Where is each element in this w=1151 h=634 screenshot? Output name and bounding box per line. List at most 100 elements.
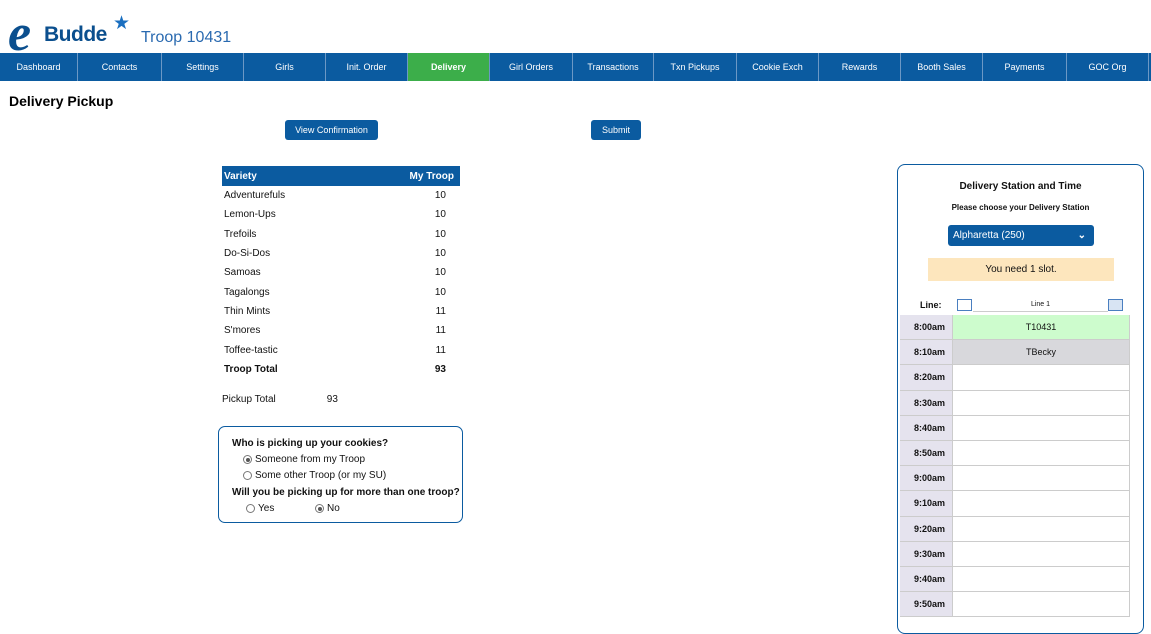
station-value: Alpharetta (250) — [953, 230, 1025, 241]
time-slot-row: 8:20am — [900, 365, 1130, 391]
nav-item-init-order[interactable]: Init. Order — [326, 53, 408, 81]
nav-item-settings[interactable]: Settings — [162, 53, 244, 81]
table-row: Tagalongs 10 — [222, 282, 460, 301]
troop-title: Troop 10431 — [141, 29, 232, 46]
slot-cell[interactable]: T10431 — [952, 315, 1130, 340]
slot-time: 9:50am — [900, 592, 952, 617]
logo-text: Budde — [44, 23, 107, 46]
variety-qty: 10 — [434, 190, 446, 202]
slot-cell[interactable] — [952, 516, 1130, 541]
nav-item-cookie-exch[interactable]: Cookie Exch — [737, 53, 819, 81]
variety-qty: 10 — [434, 228, 446, 240]
table-row: Toffee-tastic 11 — [222, 340, 460, 359]
header-variety: Variety — [224, 170, 257, 182]
radio-other-troop-button[interactable] — [243, 471, 252, 480]
radio-yes-button[interactable] — [246, 504, 255, 513]
radio-other-troop-label: Some other Troop (or my SU) — [255, 470, 387, 481]
slot-cell[interactable] — [952, 466, 1130, 491]
radio-no-label: No — [327, 503, 340, 514]
nav-item-booth-sales[interactable]: Booth Sales — [901, 53, 983, 81]
variety-qty: 11 — [435, 344, 446, 356]
time-slot-row: 9:50am — [900, 592, 1130, 618]
time-slot-row: 9:00am — [900, 466, 1130, 492]
header-my-troop: My Troop — [409, 170, 454, 182]
variety-name: Toffee-tastic — [224, 344, 278, 356]
line-label: Line: — [920, 300, 942, 310]
table-header: Variety My Troop — [222, 166, 460, 186]
time-slot-row: 8:10am TBecky — [900, 340, 1130, 366]
slot-cell[interactable] — [952, 390, 1130, 415]
slot-cell[interactable] — [952, 365, 1130, 390]
station-select[interactable]: Alpharetta (250) ⌄ — [948, 225, 1094, 246]
variety-qty: 10 — [434, 267, 446, 279]
ebudde-logo[interactable]: e Budde ★ — [8, 8, 138, 60]
nav-item-transactions[interactable]: Transactions — [573, 53, 654, 81]
time-slot-row: 9:30am — [900, 541, 1130, 567]
slot-cell[interactable] — [952, 440, 1130, 466]
radio-no[interactable]: No — [315, 503, 340, 514]
page-title: Delivery Pickup — [9, 93, 114, 109]
panel-subtitle: Please choose your Delivery Station — [951, 203, 1090, 212]
variety-qty: 11 — [435, 305, 446, 317]
slot-cell[interactable] — [952, 491, 1130, 516]
nav-item-delivery[interactable]: Delivery — [408, 53, 490, 81]
troop-total-value: 93 — [434, 363, 446, 375]
slot-cell[interactable] — [952, 592, 1130, 617]
slot-time: 9:10am — [900, 491, 952, 516]
slot-time: 8:00am — [900, 315, 952, 340]
time-slot-row: 8:50am — [900, 440, 1130, 467]
slot-time: 8:20am — [900, 365, 952, 390]
submit-button[interactable]: Submit — [591, 120, 641, 140]
nav-item-dashboard[interactable]: Dashboard — [0, 53, 78, 81]
radio-own-troop-button[interactable] — [243, 455, 252, 464]
nav-item-txn-pickups[interactable]: Txn Pickups — [654, 53, 737, 81]
nav-item-girls[interactable]: Girls — [244, 53, 326, 81]
variety-qty: 10 — [434, 248, 446, 260]
time-slot-row: 8:40am — [900, 415, 1130, 441]
nav-item-goc-org[interactable]: GOC Org — [1067, 53, 1149, 81]
table-row: S'mores 11 — [222, 321, 460, 340]
time-slot-row: 8:30am — [900, 390, 1130, 416]
slot-cell[interactable] — [952, 415, 1130, 440]
variety-qty: 10 — [434, 209, 446, 221]
slot-cell[interactable]: TBecky — [952, 340, 1130, 365]
variety-name: Thin Mints — [224, 305, 271, 317]
radio-own-troop-label: Someone from my Troop — [255, 454, 366, 465]
slot-time: 9:30am — [900, 541, 952, 566]
table-row: Adventurefuls 10 — [222, 186, 460, 205]
nav-item-contacts[interactable]: Contacts — [78, 53, 162, 81]
view-confirmation-button[interactable]: View Confirmation — [285, 120, 378, 140]
nav-item-girl-orders[interactable]: Girl Orders — [490, 53, 573, 81]
pickup-total: Pickup Total 93 — [222, 394, 338, 405]
delivery-station-panel: Delivery Station and Time Please choose … — [897, 164, 1144, 634]
line-name: Line 1 — [973, 299, 1108, 312]
table-row: Lemon-Ups 10 — [222, 205, 460, 224]
nav-item-payments[interactable]: Payments — [983, 53, 1067, 81]
radio-no-button[interactable] — [315, 504, 324, 513]
pickup-options-box: Who is picking up your cookies? Someone … — [218, 426, 463, 523]
time-slot-row: 9:10am — [900, 491, 1130, 517]
radio-other-troop[interactable]: Some other Troop (or my SU) — [243, 470, 386, 481]
variety-qty: 11 — [435, 325, 446, 337]
slot-time: 8:50am — [900, 440, 952, 466]
troop-total-row: Troop Total 93 — [222, 360, 460, 379]
who-question: Who is picking up your cookies? — [232, 438, 389, 449]
nav-item-rewards[interactable]: Rewards — [819, 53, 901, 81]
radio-yes-label: Yes — [258, 503, 275, 514]
radio-yes[interactable]: Yes — [246, 503, 274, 514]
time-slot-row: 9:40am — [900, 566, 1130, 593]
chevron-down-icon: ⌄ — [1077, 230, 1086, 241]
next-line-button[interactable] — [1108, 299, 1123, 311]
slot-time: 9:40am — [900, 566, 952, 592]
variety-name: Adventurefuls — [224, 190, 286, 202]
slot-cell[interactable] — [952, 541, 1130, 566]
slot-notice: You need 1 slot. — [928, 258, 1114, 281]
radio-own-troop[interactable]: Someone from my Troop — [243, 454, 365, 465]
slot-cell[interactable] — [952, 566, 1130, 592]
time-slot-row: 8:00am T10431 — [900, 315, 1130, 341]
variety-qty: 10 — [434, 286, 446, 298]
multi-troop-question: Will you be picking up for more than one… — [232, 487, 460, 498]
prev-line-button[interactable] — [957, 299, 972, 311]
troop-total-label: Troop Total — [224, 363, 278, 375]
variety-table: Variety My Troop Adventurefuls 10 Lemon-Up… — [222, 166, 460, 379]
